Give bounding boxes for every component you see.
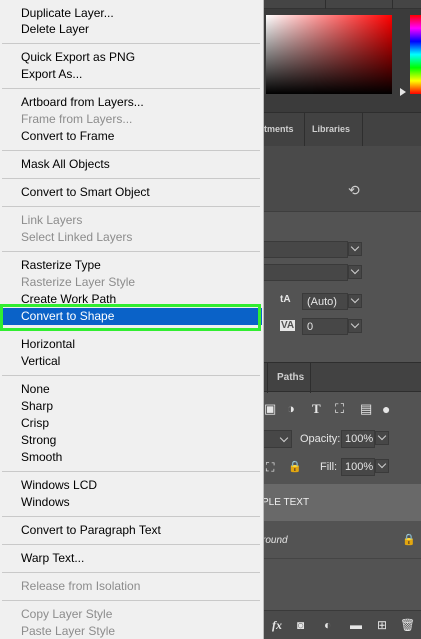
panel-tabs-top: tments Libraries [262,112,421,147]
shape-filter-icon[interactable]: ⛶ [335,401,344,417]
menu-item-smooth[interactable]: Smooth [0,449,262,466]
menu-item-link-layers: Link Layers [21,213,83,227]
opacity-label: Opacity: [300,433,341,445]
color-field[interactable] [266,15,392,94]
menu-separator [2,600,260,601]
menu-item-crisp[interactable]: Crisp [0,415,262,432]
panel-tabs-layers: Paths [262,362,421,393]
chevron-down-icon[interactable] [348,265,362,279]
menu-item-copy-layer-style: Copy Layer Style [21,607,113,621]
adjustment-layer-icon[interactable]: ◐ [324,618,331,632]
menu-separator [2,544,260,545]
menu-separator [2,178,260,179]
color-panel-tabs [262,0,421,9]
trash-icon[interactable]: 🗑 [400,618,415,632]
menu-separator [2,150,260,151]
tracking-icon: VA [280,320,296,331]
font-family-dropdown[interactable] [262,241,348,258]
menu-item-strong[interactable]: Strong [0,432,262,449]
menu-item-convert-to-frame[interactable]: Convert to Frame [0,128,262,145]
menu-item-rasterize-type[interactable]: Rasterize Type [0,257,262,274]
annotation-highlight-frame [0,304,261,331]
opacity-value: 100% [345,433,374,445]
font-style-dropdown[interactable] [262,264,348,281]
new-layer-icon[interactable]: ⊞ [377,618,387,632]
menu-item-sharp[interactable]: Sharp [0,398,262,415]
fill-value: 100% [345,461,374,473]
menu-item-select-linked-layers: Select Linked Layers [21,230,133,244]
layers-bottom-toolbar: fx ◙ ◐ ▬ ⊞ 🗑 [262,610,421,639]
chevron-down-icon[interactable] [348,319,362,333]
opacity-field[interactable]: 100% [341,430,375,448]
hue-slider-handle-icon[interactable] [400,88,406,96]
menu-separator [2,43,260,44]
menu-item-quick-export-as-png[interactable]: Quick Export as PNG [0,49,262,66]
menu-item-vertical[interactable]: Vertical [0,353,262,370]
menu-item-release-from-isolation: Release from Isolation [21,579,141,593]
menu-item-windows[interactable]: Windows [0,494,262,511]
filter-toggle-icon[interactable]: ● [382,401,390,417]
menu-separator [2,88,260,89]
image-filter-icon[interactable]: ▣ [264,401,276,417]
new-group-icon[interactable]: ▬ [350,618,362,632]
menu-item-frame-from-layers: Frame from Layers... [21,112,133,126]
properties-header: ⟲ [262,146,421,212]
chevron-down-icon[interactable] [348,242,362,256]
lock-position-icon[interactable]: ⛶ [266,460,274,475]
chevron-down-icon[interactable] [348,294,362,308]
fx-icon[interactable]: fx [272,618,282,633]
tracking-value: 0 [307,321,314,333]
tab-libraries[interactable]: Libraries [312,124,350,134]
menu-item-paste-layer-style: Paste Layer Style [21,624,116,638]
menu-item-rasterize-layer-style: Rasterize Layer Style [21,275,136,289]
menu-item-artboard-from-layers[interactable]: Artboard from Layers... [0,94,262,111]
menu-separator [2,471,260,472]
reset-icon[interactable]: ⟲ [348,182,360,199]
menu-item-delete-layer[interactable]: Delete Layer [0,21,262,38]
menu-item-horizontal[interactable]: Horizontal [0,336,262,353]
type-filter-icon[interactable]: T [312,401,321,417]
hue-slider[interactable] [410,15,421,94]
menu-separator [2,206,260,207]
layer-filter-icons: ▣ ◑ T ⛶ ▤ ● [262,398,421,422]
layer-name: PLE TEXT [262,497,310,508]
menu-separator [2,572,260,573]
layer-row-selected[interactable]: PLE TEXT [262,484,421,521]
chevron-down-icon[interactable] [375,459,389,473]
lock-all-icon[interactable]: 🔒 [288,460,302,473]
menu-item-windows-lcd[interactable]: Windows LCD [0,477,262,494]
leading-value: (Auto) [307,296,337,308]
layer-row[interactable]: round 🔒 [262,522,421,559]
menu-item-export-as[interactable]: Export As... [0,66,262,83]
fill-field[interactable]: 100% [341,458,375,476]
menu-item-none[interactable]: None [0,381,262,398]
smart-object-filter-icon[interactable]: ▤ [360,401,372,417]
menu-item-mask-all-objects[interactable]: Mask All Objects [0,156,262,173]
tab-paths[interactable]: Paths [277,372,304,383]
leading-field[interactable]: (Auto) [302,293,348,310]
menu-item-warp-text[interactable]: Warp Text... [0,550,262,567]
menu-separator [2,516,260,517]
lock-icon: 🔒 [402,534,416,546]
adjustment-filter-icon[interactable]: ◑ [287,401,295,416]
add-mask-icon[interactable]: ◙ [297,618,304,632]
layer-name: round [262,535,288,546]
fill-label: Fill: [320,461,338,473]
leading-icon: tA [280,294,291,305]
menu-item-convert-to-smart-object[interactable]: Convert to Smart Object [0,184,262,201]
menu-item-duplicate-layer[interactable]: Duplicate Layer... [0,5,262,22]
menu-separator [2,375,260,376]
blend-mode-dropdown[interactable] [262,430,292,448]
tracking-field[interactable]: 0 [302,318,348,335]
tab-adjustments[interactable]: tments [264,124,294,134]
menu-separator [2,251,260,252]
chevron-down-icon[interactable] [375,431,389,445]
menu-item-convert-to-paragraph-text[interactable]: Convert to Paragraph Text [0,522,262,539]
